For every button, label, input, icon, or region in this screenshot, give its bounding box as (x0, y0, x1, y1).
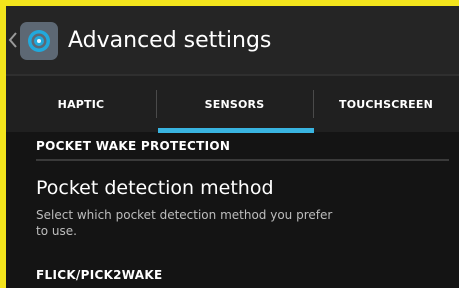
tab-bar: HAPTIC SENSORS TOUCHSCREEN (6, 76, 459, 132)
chevron-left-icon[interactable] (7, 30, 19, 50)
tab-haptic[interactable]: HAPTIC (6, 76, 156, 132)
tab-touchscreen[interactable]: TOUCHSCREEN (313, 76, 459, 132)
section-header-pocket-wake: POCKET WAKE PROTECTION (36, 139, 231, 153)
preferences-list: POCKET WAKE PROTECTION Pocket detection … (6, 133, 459, 288)
android-screen: Advanced settings HAPTIC SENSORS TOUCHSC… (6, 6, 459, 288)
screenshot-frame: Advanced settings HAPTIC SENSORS TOUCHSC… (0, 0, 459, 288)
section-divider (36, 159, 449, 161)
section-header-flick-pick2wake: FLICK/PICK2WAKE (36, 268, 163, 282)
action-bar: Advanced settings (6, 6, 459, 74)
preference-title: Pocket detection method (36, 177, 274, 199)
preference-pocket-detection[interactable]: Pocket detection method Select which poc… (6, 169, 459, 249)
action-bar-title: Advanced settings (68, 28, 272, 53)
settings-gear-icon[interactable] (20, 22, 58, 60)
preference-summary: Select which pocket detection method you… (36, 208, 333, 238)
tab-sensors[interactable]: SENSORS (156, 76, 313, 132)
